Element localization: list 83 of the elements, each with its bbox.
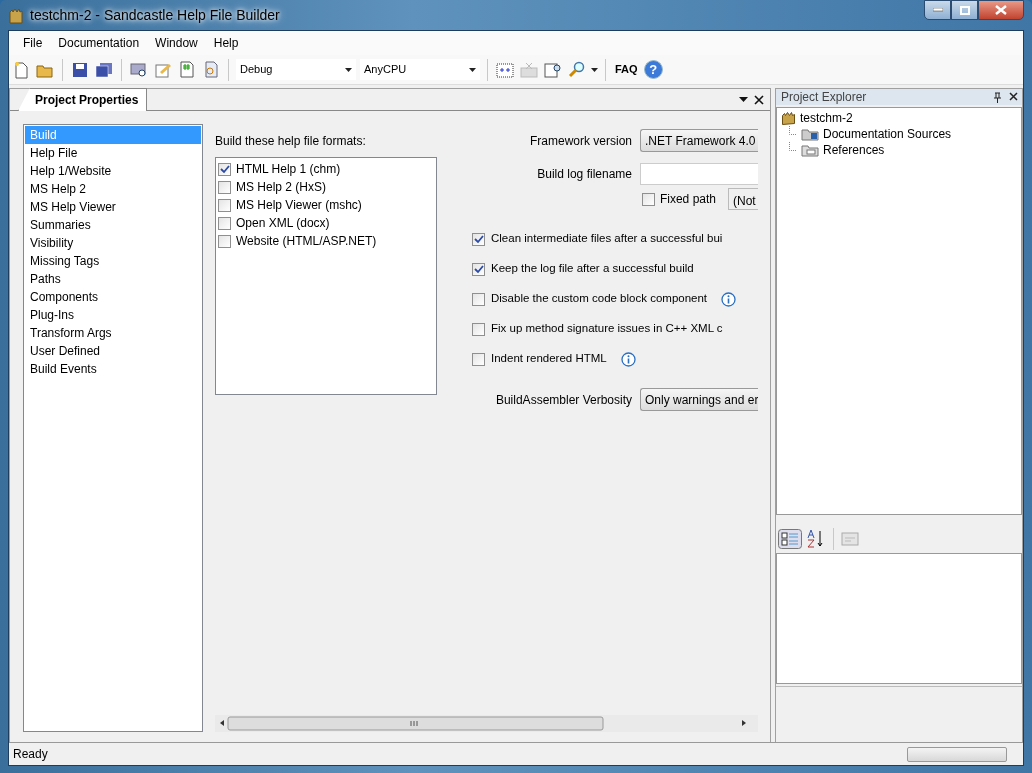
option-label: Keep the log file after a successful build (491, 261, 694, 277)
category-item[interactable]: Paths (25, 270, 201, 288)
platform-dropdown[interactable]: AnyCPU (360, 59, 480, 80)
category-item[interactable]: Summaries (25, 216, 201, 234)
option-label: Disable the custom code block component (491, 291, 708, 307)
tree-item[interactable]: References (823, 142, 885, 158)
document-tab[interactable]: Project Properties (18, 88, 148, 111)
menu-item[interactable]: File (15, 32, 51, 54)
checkbox[interactable] (641, 192, 655, 206)
option-label: Indent rendered HTML (491, 351, 607, 367)
checkbox[interactable] (472, 352, 485, 366)
pin-icon[interactable] (993, 91, 1002, 103)
minimize-button[interactable] (924, 0, 951, 20)
category-item[interactable]: User Defined (25, 342, 201, 360)
formats-label: Build these help file formats: (215, 133, 367, 150)
category-item[interactable]: MS Help Viewer (25, 198, 201, 216)
categorized-icon[interactable] (778, 529, 802, 549)
castle-icon (8, 6, 24, 24)
field-label: Framework version (529, 132, 632, 150)
tree-line (789, 142, 797, 151)
category-item[interactable]: Visibility (25, 234, 201, 252)
category-item[interactable]: Build Events (25, 360, 201, 378)
help-button[interactable]: ? (643, 60, 663, 79)
caret-icon[interactable] (591, 67, 598, 72)
tree-item[interactable]: testchm-2 (800, 110, 853, 126)
checkbox[interactable] (218, 234, 231, 248)
panel-title: Project Explorer (781, 89, 867, 106)
tree-line (789, 126, 797, 135)
sources-icon (801, 127, 819, 141)
info-icon[interactable] (620, 351, 636, 367)
project-icon (781, 110, 796, 126)
category-item[interactable]: Transform Args (25, 324, 201, 342)
category-item[interactable]: Help File (25, 144, 201, 162)
format-label: Website (HTML/ASP.NET) (236, 233, 377, 250)
checkbox[interactable] (218, 162, 231, 176)
close-icon[interactable] (754, 94, 764, 105)
format-label: Open XML (docx) (236, 215, 330, 232)
caret-icon (345, 67, 352, 72)
caret-icon (469, 67, 476, 72)
dropdown-icon[interactable] (739, 94, 748, 104)
field-label: BuildAssembler Verbosity (495, 391, 632, 409)
category-item[interactable]: Missing Tags (25, 252, 201, 270)
code-document-icon[interactable] (177, 59, 197, 80)
checkbox-label: Fixed path (659, 191, 716, 208)
category-item[interactable]: Help 1/Website (25, 162, 201, 180)
path-display: (Not (728, 188, 758, 210)
checkbox[interactable] (472, 232, 485, 246)
magnifier-icon[interactable] (567, 59, 587, 80)
references-icon (801, 143, 819, 157)
menu-item[interactable]: Window (147, 32, 206, 54)
maximize-icon (959, 5, 970, 15)
format-label: MS Help Viewer (mshc) (236, 197, 362, 214)
checkbox[interactable] (472, 262, 485, 276)
window-title: testchm-2 - Sandcastle Help File Builder (30, 5, 280, 25)
checkbox[interactable] (472, 292, 485, 306)
category-item[interactable]: MS Help 2 (25, 180, 201, 198)
status-text: Ready (13, 746, 48, 763)
faq-button[interactable]: FAQ (613, 61, 640, 78)
menu-item[interactable]: Documentation (50, 32, 148, 54)
close-icon (995, 5, 1007, 15)
category-item[interactable]: Components (25, 288, 201, 306)
framework-dropdown[interactable]: .NET Framework 4.0 (640, 129, 758, 152)
close-button[interactable] (978, 0, 1024, 20)
checkbox[interactable] (218, 180, 231, 194)
info-icon[interactable] (721, 291, 737, 307)
close-icon[interactable] (1009, 91, 1018, 101)
option-label: Clean intermediate files after a successful bui (491, 231, 723, 247)
checkbox[interactable] (218, 198, 231, 212)
category-item[interactable]: Plug-Ins (25, 306, 201, 324)
tree-item[interactable]: Documentation Sources (823, 126, 952, 142)
checkbox[interactable] (218, 216, 231, 230)
log-filename-field[interactable] (640, 163, 758, 185)
format-label: MS Help 2 (HxS) (236, 179, 327, 196)
maximize-button[interactable] (951, 0, 978, 20)
menu-item[interactable]: Help (205, 32, 247, 54)
horizontal-scrollbar[interactable] (215, 715, 758, 732)
minimize-icon (932, 8, 943, 12)
field-label: Build log filename (537, 166, 632, 183)
option-label: Fix up method signature issues in C++ XML c (491, 321, 723, 337)
format-label: HTML Help 1 (chm) (236, 161, 341, 178)
verbosity-dropdown[interactable]: Only warnings and er (640, 388, 758, 411)
configuration-dropdown[interactable]: Debug (236, 59, 356, 80)
checkbox[interactable] (472, 322, 485, 336)
